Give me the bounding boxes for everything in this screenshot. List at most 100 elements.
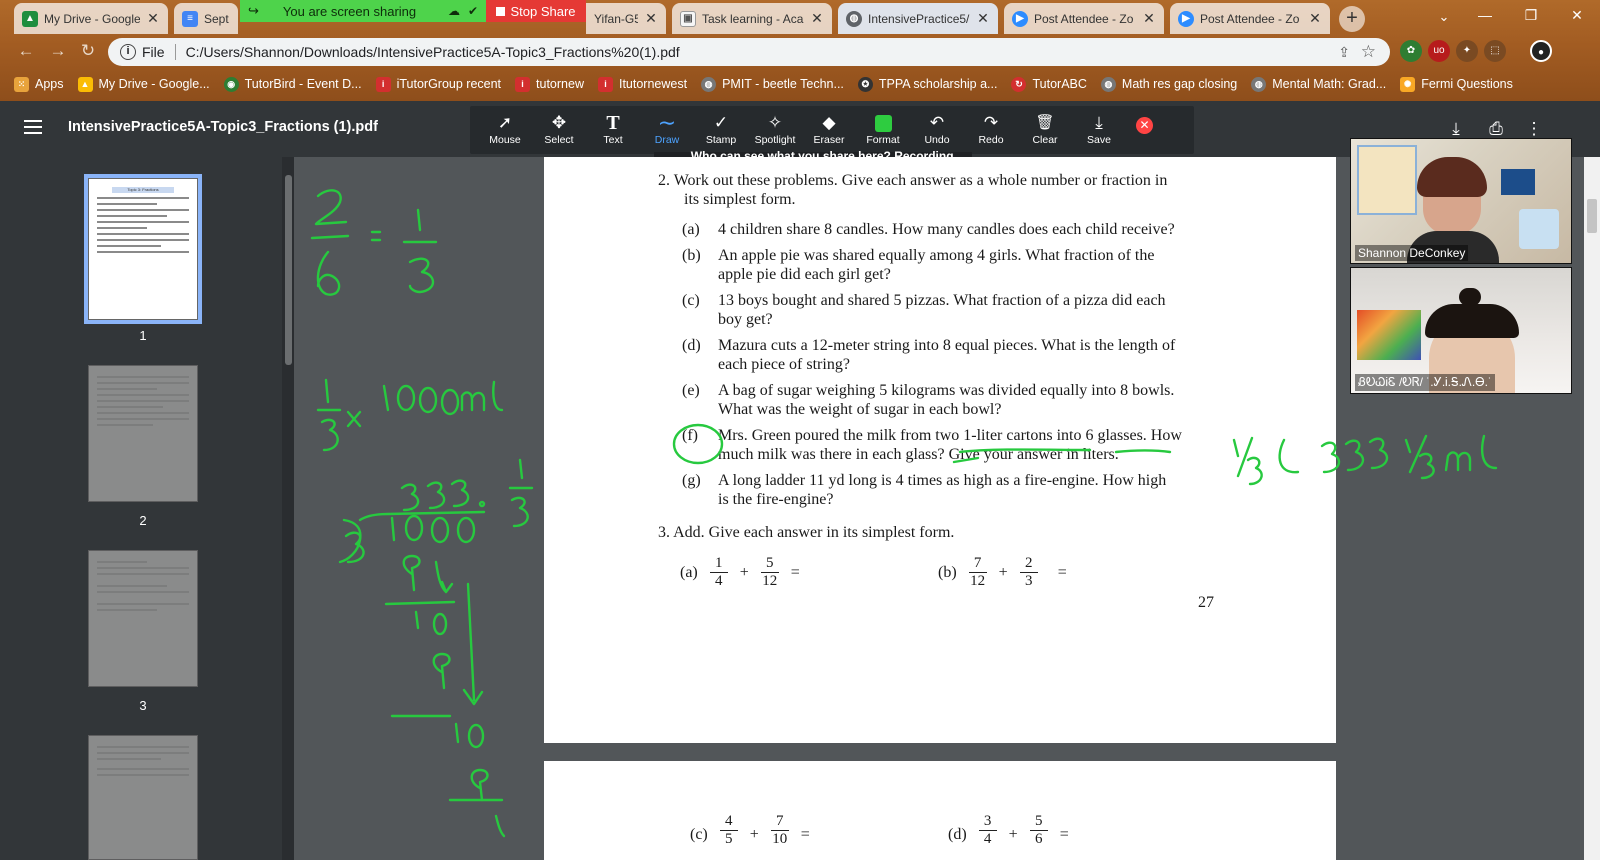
address-url[interactable]: C:/Users/Shannon/Downloads/IntensivePrac… — [186, 44, 680, 60]
bookmarks-bar: ⁙ Apps ▲ My Drive - Google... ◉ TutorBird -… — [0, 70, 1600, 98]
video-tile-student[interactable]: ᏰᎧᏇᎥᏋ /ᎧᏒ/ ˙.Ꭹ.Ꭵ.Ꭶ.Ꮑ.Ꮎ.˙ — [1350, 267, 1572, 394]
bookmark-tutorabc[interactable]: ↻ TutorABC — [1011, 76, 1087, 92]
tool-stamp[interactable]: ✓ Stamp — [694, 106, 748, 152]
tool-undo[interactable]: ↶ Undo — [910, 106, 964, 152]
extension-icon[interactable]: ✦ — [1456, 40, 1478, 62]
bookmark-fermi[interactable]: ✺ Fermi Questions — [1400, 76, 1513, 92]
forward-icon[interactable]: → — [46, 39, 70, 63]
tab-task-learning[interactable]: ▣ Task learning - Aca ✕ — [672, 3, 832, 34]
tool-redo[interactable]: ↷ Redo — [964, 106, 1018, 152]
text-icon: T — [606, 112, 620, 134]
ink-digit-0 — [467, 723, 485, 749]
question-3c: (c) 45 + 7 10 = — [690, 813, 810, 848]
ink-digit-3 — [450, 479, 470, 508]
bookmark-star-icon[interactable]: ☆ — [1361, 42, 1376, 62]
new-tab-button[interactable]: + — [1339, 6, 1365, 32]
thumbnail-page-4[interactable] — [88, 735, 198, 860]
share-page-icon[interactable]: ⇪ — [1338, 44, 1350, 61]
close-icon[interactable]: ✕ — [976, 10, 990, 27]
profile-avatar-icon[interactable]: ● — [1530, 40, 1552, 62]
close-icon[interactable]: ✕ — [1142, 10, 1156, 27]
tool-mouse[interactable]: ➚ Mouse — [478, 106, 532, 152]
question-3b: (b) 7 12 + 23 = — [938, 555, 1067, 590]
tool-text[interactable]: T Text — [586, 106, 640, 152]
download-icon[interactable]: ⤓ — [1444, 119, 1468, 139]
more-options-icon[interactable]: ⋮ — [1522, 119, 1546, 139]
minimize-button[interactable]: — — [1462, 0, 1508, 30]
menu-icon[interactable] — [24, 120, 42, 134]
close-icon[interactable]: ✕ — [1308, 10, 1322, 27]
bookmark-pmit[interactable]: ◍ PMIT - beetle Techn... — [701, 76, 844, 92]
print-icon[interactable]: ⎙ — [1484, 119, 1508, 139]
bookmark-itutorgroup[interactable]: i iTutorGroup recent — [375, 76, 502, 92]
ink-digit-2 — [314, 189, 348, 226]
sidebar-scrollbar[interactable] — [282, 157, 294, 860]
equals-sign: = — [1057, 564, 1067, 581]
bookmark-math-res[interactable]: ◍ Math res gap closing — [1100, 76, 1237, 92]
thumbnail-page-3[interactable] — [88, 550, 198, 687]
thumbnail-text-line — [97, 424, 153, 426]
browser-chrome: ▲ My Drive - Google ✕ ≡ Sept Yifan-G5 ✕ … — [0, 0, 1600, 101]
thumbnail-page-2[interactable] — [88, 365, 198, 502]
close-icon[interactable]: ✕ — [146, 10, 160, 27]
tab-yifan[interactable]: Yifan-G5 ✕ — [586, 3, 666, 34]
video-tile-host[interactable]: Shannon DeConkey — [1350, 138, 1572, 264]
thumbnail-page-1[interactable]: Topic 3: Fractions — [88, 178, 198, 320]
tab-my-drive[interactable]: ▲ My Drive - Google ✕ — [14, 3, 168, 34]
wall-poster — [1501, 169, 1535, 195]
restore-button[interactable]: ❐ — [1508, 0, 1554, 30]
tab-post-attendee-1[interactable]: ▶ Post Attendee - Zo ✕ — [1004, 3, 1164, 34]
tab-search-icon[interactable]: ⌄ — [1432, 6, 1456, 28]
tool-format[interactable]: Format — [856, 106, 910, 152]
info-icon[interactable]: i — [120, 44, 136, 60]
ublock-icon[interactable]: uo — [1428, 40, 1450, 62]
reload-icon[interactable]: ↻ — [76, 39, 100, 63]
wall-poster — [1519, 209, 1559, 249]
bookmark-my-drive[interactable]: ▲ My Drive - Google... — [77, 76, 210, 92]
bookmark-itutornewest[interactable]: i Itutornewest — [597, 76, 687, 92]
tab-post-attendee-2[interactable]: ▶ Post Attendee - Zo ✕ — [1170, 3, 1330, 34]
tool-save[interactable]: ⤓ Save — [1072, 106, 1126, 152]
document-scrollbar[interactable] — [1584, 157, 1600, 860]
thumbnail-text-line — [97, 388, 157, 390]
plus-sign: + — [739, 564, 749, 581]
close-annotation-icon[interactable]: ✕ — [1136, 117, 1153, 134]
ink-digit-6 — [316, 250, 341, 296]
screen-sharing-banner[interactable]: ↪ You are screen sharing ☁ ✔ — [240, 0, 486, 22]
close-icon[interactable]: ✕ — [810, 10, 824, 27]
ink-letter-m — [1444, 451, 1472, 472]
document-scroll-thumb[interactable] — [1587, 199, 1597, 233]
ink-letter-m — [460, 391, 486, 412]
bookmark-tppa[interactable]: ✪ TPPA scholarship a... — [857, 76, 997, 92]
ink-digit-3 — [426, 481, 446, 510]
ink-decimal-point — [478, 500, 486, 508]
sidebar-scroll-thumb[interactable] — [285, 175, 292, 365]
tab-sept[interactable]: ≡ Sept — [174, 3, 238, 34]
generic-page-icon: ◍ — [701, 76, 717, 92]
extension-puzzle-icon[interactable]: ✿ — [1400, 40, 1422, 62]
apps-grid-icon: ⁙ — [14, 76, 29, 92]
screen-sharing-label: You are screen sharing — [282, 3, 417, 19]
question-2a-text: 4 children share 8 candles. How many can… — [718, 220, 1208, 239]
tool-clear[interactable]: 🗑 Clear — [1018, 106, 1072, 152]
fraction: 45 — [719, 813, 738, 848]
bookmark-tutorbird[interactable]: ◉ TutorBird - Event D... — [223, 76, 362, 92]
bookmark-mental-math[interactable]: ◍ Mental Math: Grad... — [1251, 76, 1386, 92]
zoom-icon: ▶ — [1012, 10, 1028, 27]
tab-intensive-practice[interactable]: ◍ IntensivePractice5/ ✕ — [838, 3, 998, 34]
globe-icon: ◍ — [1100, 76, 1116, 92]
address-bar[interactable]: i File C:/Users/Shannon/Downloads/Intens… — [108, 38, 1390, 66]
bookmark-apps[interactable]: ⁙ Apps — [14, 76, 64, 92]
redo-icon: ↷ — [983, 113, 999, 132]
back-icon[interactable]: ← — [14, 39, 38, 63]
bookmark-tutornew[interactable]: i tutornew — [515, 76, 584, 92]
tool-eraser[interactable]: ◆ Eraser — [802, 106, 856, 152]
window-close-button[interactable]: ✕ — [1554, 0, 1600, 30]
close-icon[interactable]: ✕ — [644, 10, 658, 27]
tool-spotlight[interactable]: ✧ Spotlight — [748, 106, 802, 152]
bookmark-label: iTutorGroup recent — [396, 77, 502, 91]
tool-select[interactable]: ✥ Select — [532, 106, 586, 152]
tool-draw[interactable]: ∼ Draw — [640, 106, 694, 152]
stop-share-button[interactable]: Stop Share — [486, 0, 586, 22]
extensions-menu-icon[interactable]: ⬚ — [1484, 40, 1506, 62]
